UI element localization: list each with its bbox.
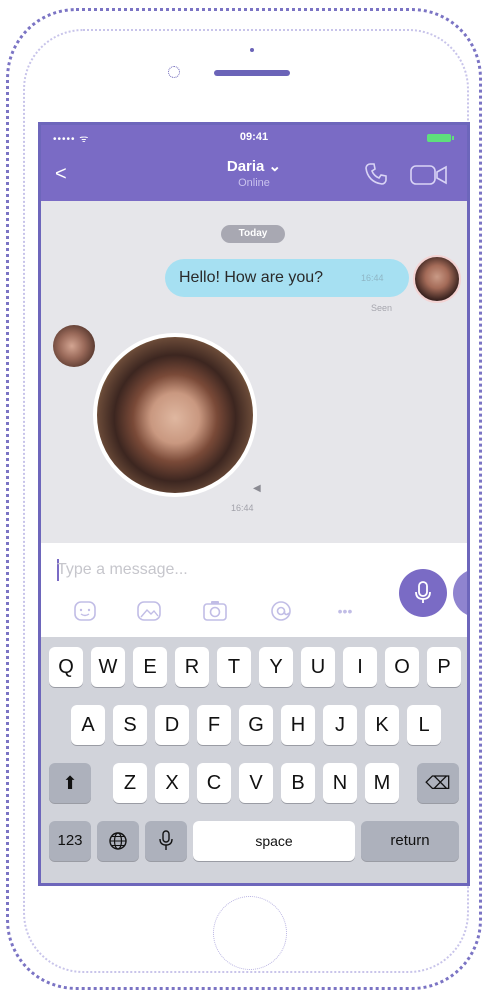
video-message-thumbnail[interactable] (93, 333, 257, 497)
message-input[interactable] (57, 557, 357, 583)
key-c[interactable]: C (197, 763, 231, 803)
key-m[interactable]: M (365, 763, 399, 803)
more-options-icon[interactable]: ••• (329, 599, 361, 623)
key-b[interactable]: B (281, 763, 315, 803)
shift-key[interactable]: ⬆ (49, 763, 91, 803)
key-r[interactable]: R (175, 647, 209, 687)
key-u[interactable]: U (301, 647, 335, 687)
return-key[interactable]: return (361, 821, 459, 861)
globe-key[interactable] (97, 821, 139, 861)
key-x[interactable]: X (155, 763, 189, 803)
dictation-key[interactable] (145, 821, 187, 861)
front-camera (168, 66, 180, 78)
numbers-key[interactable]: 123 (49, 821, 91, 861)
message-text: Hello! How are you? (179, 269, 324, 286)
gallery-icon[interactable] (133, 599, 165, 623)
voice-record-button[interactable] (399, 569, 447, 617)
extra-action-button[interactable] (453, 569, 467, 617)
key-k[interactable]: K (365, 705, 399, 745)
contact-name[interactable]: Daria ⌄ (41, 157, 467, 175)
space-key[interactable]: space (193, 821, 355, 861)
key-v[interactable]: V (239, 763, 273, 803)
my-avatar (413, 255, 461, 303)
key-t[interactable]: T (217, 647, 251, 687)
key-e[interactable]: E (133, 647, 167, 687)
mention-icon[interactable] (265, 599, 297, 623)
key-i[interactable]: I (343, 647, 377, 687)
earpiece-speaker (214, 70, 290, 76)
chat-area: Today Hello! How are you? 16:44 Seen ◀ 1… (41, 201, 467, 543)
chat-header: ••••• ᯤ 09:41 < Daria ⌄ Online (41, 125, 467, 201)
key-p[interactable]: P (427, 647, 461, 687)
video-call-icon[interactable] (409, 163, 449, 187)
key-w[interactable]: W (91, 647, 125, 687)
proximity-sensor (250, 48, 254, 52)
outgoing-message-bubble[interactable]: Hello! How are you? 16:44 (165, 259, 409, 297)
keyboard: Q W E R T Y U I O P A S D F G H J K L ⬆ … (41, 637, 467, 883)
phone-call-icon[interactable] (363, 161, 389, 187)
contact-status: Online (238, 177, 270, 189)
contact-avatar[interactable] (53, 325, 95, 367)
key-j[interactable]: J (323, 705, 357, 745)
delete-key[interactable]: ⌫ (417, 763, 459, 803)
sticker-icon[interactable] (69, 599, 101, 623)
video-message-time: 16:44 (231, 503, 254, 513)
phone-screen: ••••• ᯤ 09:41 < Daria ⌄ Online Today Hel… (38, 122, 470, 886)
speaker-icon: ◀ (253, 483, 261, 494)
key-f[interactable]: F (197, 705, 231, 745)
globe-icon (109, 832, 127, 850)
microphone-icon (415, 581, 431, 603)
key-g[interactable]: G (239, 705, 273, 745)
seen-status: Seen (371, 303, 393, 313)
message-time: 16:44 (361, 273, 384, 283)
home-button[interactable] (213, 896, 287, 970)
key-y[interactable]: Y (259, 647, 293, 687)
status-time: 09:41 (239, 131, 269, 143)
key-o[interactable]: O (385, 647, 419, 687)
key-a[interactable]: A (71, 705, 105, 745)
camera-icon[interactable] (199, 599, 231, 623)
key-q[interactable]: Q (49, 647, 83, 687)
key-z[interactable]: Z (113, 763, 147, 803)
key-s[interactable]: S (113, 705, 147, 745)
message-composer: ••• (41, 543, 467, 637)
microphone-icon (159, 830, 173, 850)
key-l[interactable]: L (407, 705, 441, 745)
key-n[interactable]: N (323, 763, 357, 803)
key-d[interactable]: D (155, 705, 189, 745)
key-h[interactable]: H (281, 705, 315, 745)
battery-icon (427, 134, 454, 142)
date-separator: Today (221, 225, 285, 243)
